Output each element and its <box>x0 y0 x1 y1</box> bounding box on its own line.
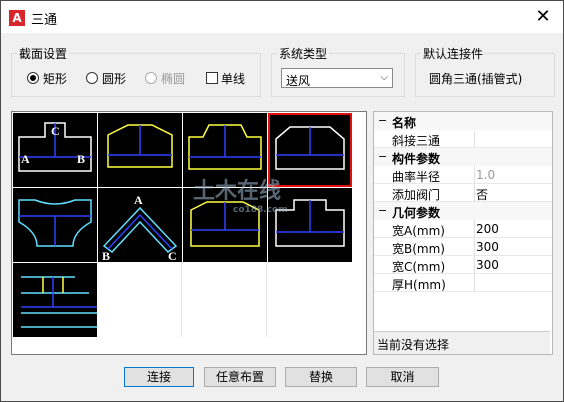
thumbnail-0[interactable]: C A B <box>13 113 97 187</box>
prop-width-c-label: 宽C(mm) <box>392 260 446 274</box>
collapse-icon: − <box>378 150 388 163</box>
category-name[interactable]: − 名称 <box>374 112 552 130</box>
letter-c-2: C <box>168 249 177 262</box>
free-layout-button[interactable]: 任意布置 <box>204 367 276 387</box>
thumbnail-8[interactable] <box>13 263 97 337</box>
app-logo-icon: A <box>9 10 25 26</box>
prop-row-name[interactable]: 斜接三通 <box>374 130 552 148</box>
system-type-label: 系统类型 <box>277 45 330 62</box>
system-type-select[interactable]: 送风 ⌵ <box>281 68 393 88</box>
default-connector-label: 默认连接件 <box>421 45 486 62</box>
prop-row-thickness[interactable]: 厚H(mm) <box>374 274 552 292</box>
connect-button[interactable]: 连接 <box>124 367 194 387</box>
title-bar: A 三通 ✕ <box>1 1 563 33</box>
thumbnail-empty-2 <box>183 263 267 337</box>
chevron-down-icon: ⌵ <box>380 72 388 83</box>
rect-label: 矩形 <box>43 72 68 86</box>
watermark-sub: co188.com <box>233 205 288 215</box>
single-line-label: 单线 <box>221 72 246 86</box>
window-title: 三通 <box>31 13 58 28</box>
replace-button[interactable]: 替换 <box>285 367 357 387</box>
round-radio[interactable] <box>86 72 98 84</box>
collapse-icon: − <box>378 204 388 217</box>
thumbnail-empty-3 <box>268 263 352 337</box>
prop-row-radius[interactable]: 曲率半径 1.0 <box>374 166 552 184</box>
prop-valve-value: 否 <box>476 188 489 202</box>
letter-b-2: B <box>102 249 110 262</box>
prop-width-b-label: 宽B(mm) <box>392 242 445 256</box>
single-line-checkbox[interactable] <box>206 72 218 84</box>
ellipse-label: 椭圆 <box>161 72 186 86</box>
default-connector-value: 圆角三通(插管式) <box>429 72 523 86</box>
category-params-label: 构件参数 <box>392 152 441 166</box>
watermark-main: 土木在线 <box>193 179 282 204</box>
property-status-bar: 当前没有选择 <box>374 331 550 354</box>
thumbnail-empty-1 <box>98 263 182 337</box>
prop-row-width-a[interactable]: 宽A(mm) 200 <box>374 220 552 238</box>
prop-width-a-value: 200 <box>476 222 499 236</box>
letter-b: B <box>77 152 85 166</box>
prop-width-b-value: 300 <box>476 240 499 254</box>
prop-row-width-c[interactable]: 宽C(mm) 300 <box>374 256 552 274</box>
category-geometry[interactable]: − 几何参数 <box>374 202 552 220</box>
letter-c: C <box>51 124 60 138</box>
cancel-button[interactable]: 取消 <box>366 367 439 387</box>
rect-radio[interactable] <box>27 72 39 84</box>
prop-thickness-label: 厚H(mm) <box>392 278 446 292</box>
round-label: 圆形 <box>102 72 127 86</box>
prop-name-value: 斜接三通 <box>392 134 441 148</box>
thumbnail-5[interactable]: A B C <box>98 188 182 262</box>
status-text: 当前没有选择 <box>377 338 450 352</box>
prop-radius-label: 曲率半径 <box>392 170 441 184</box>
letter-a-2: A <box>134 193 143 207</box>
system-type-value: 送风 <box>286 74 311 88</box>
prop-valve-label: 添加阀门 <box>392 188 441 202</box>
letter-a: A <box>21 152 30 166</box>
property-grid: − 名称 斜接三通 − 构件参数 曲率半径 1.0 添加阀门 否 − 几何参数 … <box>373 111 553 355</box>
thumbnail-1[interactable] <box>98 113 182 187</box>
prop-row-width-b[interactable]: 宽B(mm) 300 <box>374 238 552 256</box>
collapse-icon: − <box>378 114 388 127</box>
thumbnail-4[interactable] <box>13 188 97 262</box>
category-name-label: 名称 <box>392 116 417 130</box>
category-params[interactable]: − 构件参数 <box>374 148 552 166</box>
ellipse-radio[interactable] <box>145 72 157 84</box>
watermark: 土木在线 co188.com <box>193 173 288 215</box>
dialog-window: A 三通 ✕ 截面设置 矩形 圆形 椭圆 单线 系统类型 送风 ⌵ 默认连接件 … <box>0 0 564 402</box>
prop-width-c-value: 300 <box>476 258 499 272</box>
prop-radius-value: 1.0 <box>476 168 496 182</box>
section-settings-label: 截面设置 <box>17 45 70 62</box>
category-geometry-label: 几何参数 <box>392 206 441 220</box>
prop-row-valve[interactable]: 添加阀门 否 <box>374 184 552 202</box>
prop-width-a-label: 宽A(mm) <box>392 224 445 238</box>
close-icon[interactable]: ✕ <box>523 1 563 33</box>
connector-thumbnail-grid: C A B A B C <box>11 111 367 355</box>
